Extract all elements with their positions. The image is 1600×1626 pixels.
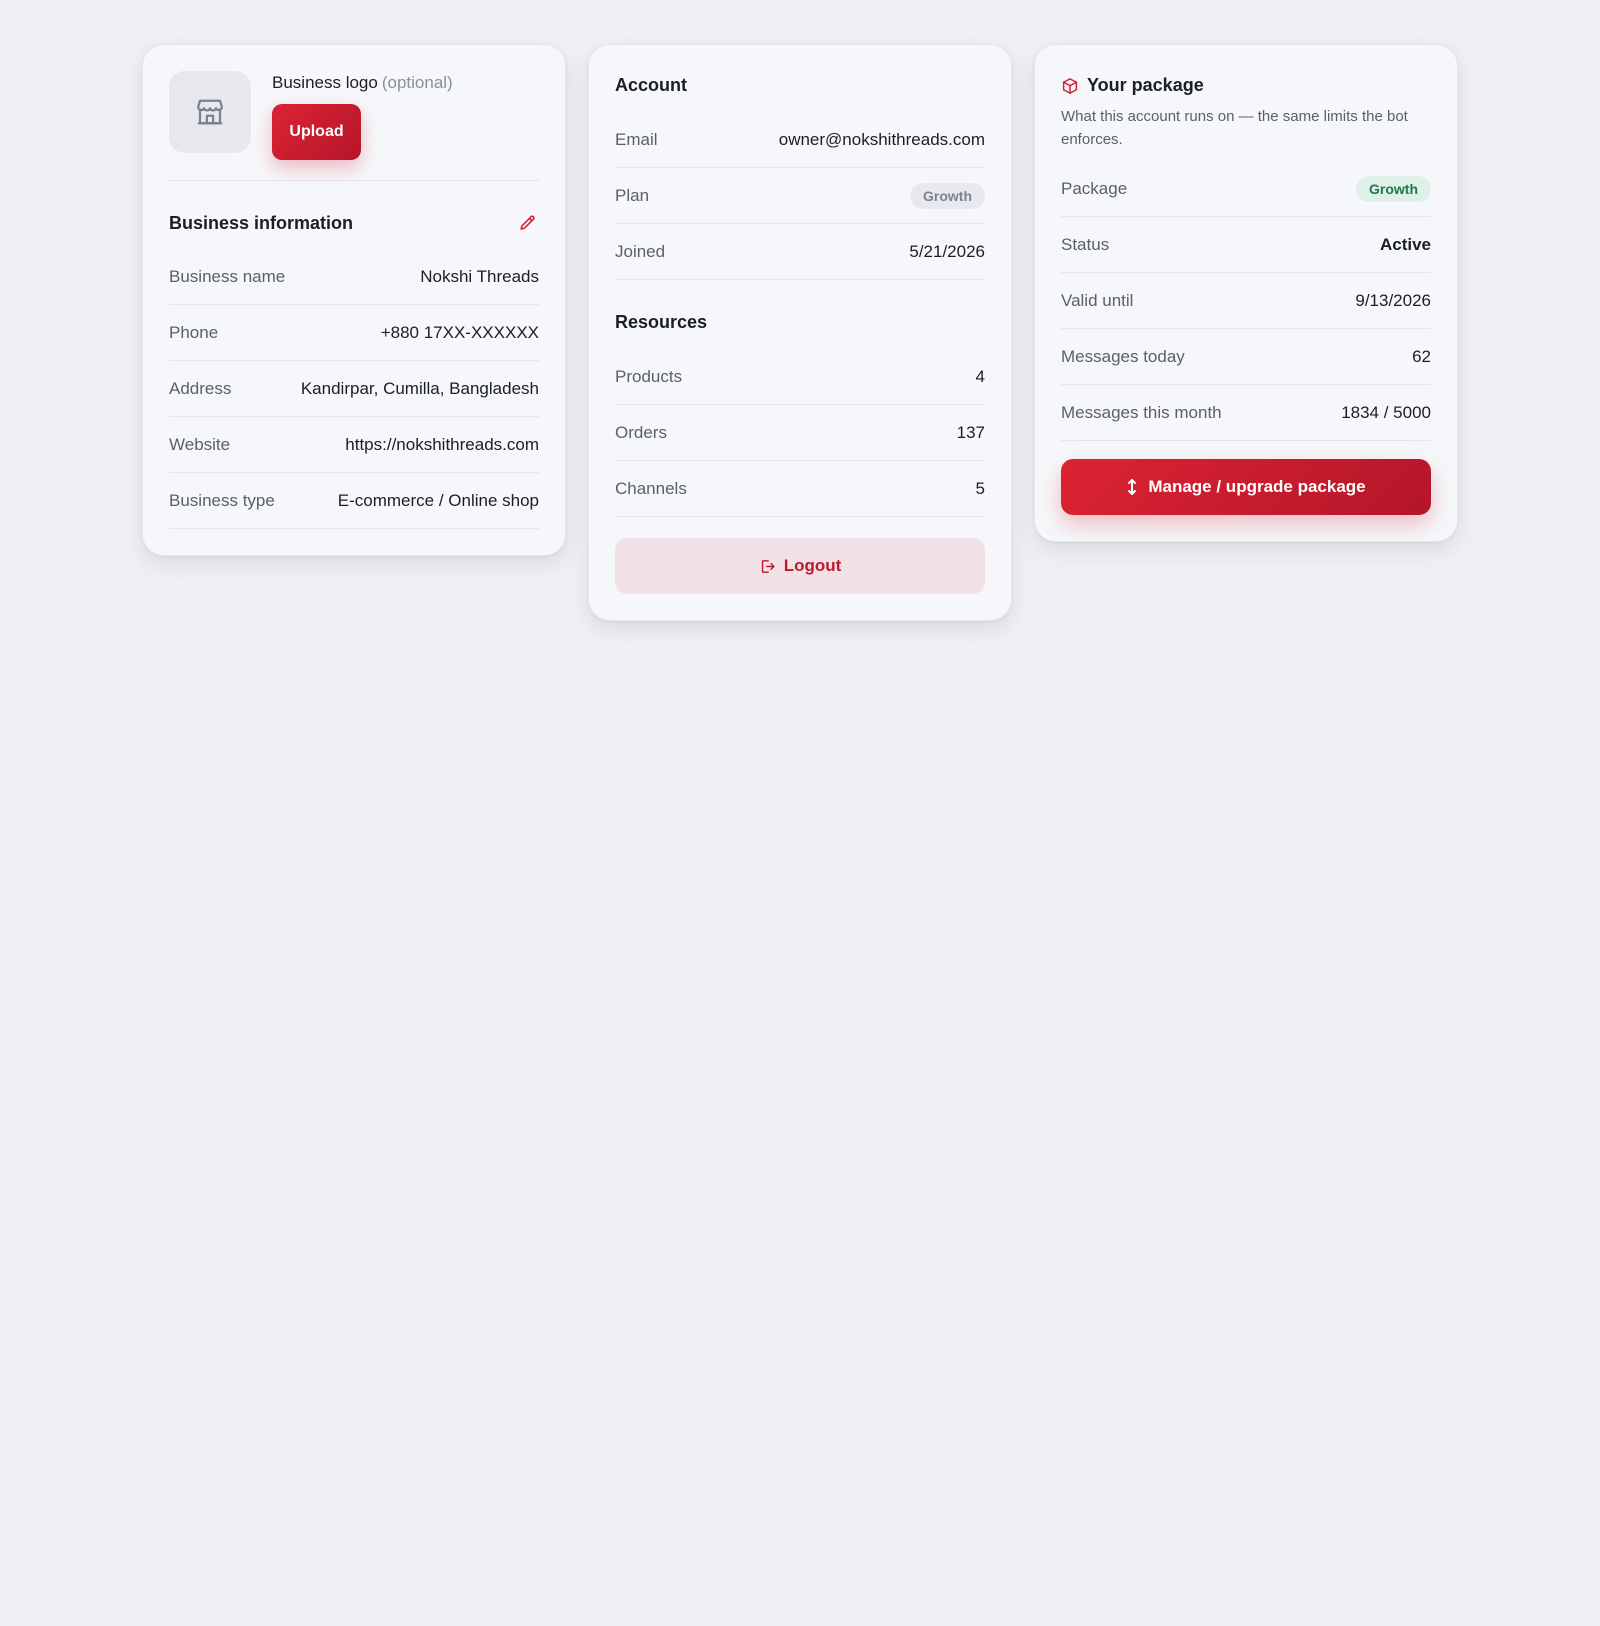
row-label: Channels bbox=[615, 478, 687, 498]
orders-row: Orders 137 bbox=[615, 405, 985, 461]
account-title: Account bbox=[615, 75, 687, 95]
row-label: Messages this month bbox=[1061, 402, 1222, 422]
joined-row: Joined 5/21/2026 bbox=[615, 224, 985, 280]
row-value: 137 bbox=[956, 422, 985, 442]
package-row: Package Growth bbox=[1061, 161, 1431, 217]
website-row: Website https://nokshithreads.com bbox=[169, 417, 539, 473]
messages-today-value: 62 bbox=[1412, 346, 1431, 366]
store-icon bbox=[197, 99, 223, 125]
row-value: Nokshi Threads bbox=[420, 266, 539, 286]
valid-until-value: 9/13/2026 bbox=[1355, 290, 1431, 310]
email-value: owner@nokshithreads.com bbox=[778, 129, 985, 149]
row-label: Package bbox=[1061, 178, 1128, 198]
row-label: Products bbox=[615, 366, 683, 386]
account-header: Account bbox=[615, 75, 985, 96]
account-card: Account Email owner@nokshithreads.com Pl… bbox=[588, 44, 1012, 621]
business-card: Business logo (optional) Upload Business … bbox=[142, 44, 566, 556]
phone-row: Phone +880 17XX-XXXXXX bbox=[169, 305, 539, 361]
plan-row: Plan Growth bbox=[615, 168, 985, 224]
joined-value: 5/21/2026 bbox=[909, 241, 985, 261]
row-value: 4 bbox=[975, 366, 985, 386]
package-card: Your package What this account runs on —… bbox=[1034, 44, 1458, 542]
row-label: Phone bbox=[169, 322, 219, 342]
messages-today-row: Messages today 62 bbox=[1061, 329, 1431, 385]
logout-button[interactable]: Logout bbox=[615, 538, 985, 594]
row-label: Plan bbox=[615, 185, 650, 205]
plan-badge: Growth bbox=[910, 182, 985, 209]
package-icon bbox=[1062, 77, 1078, 94]
row-label: Address bbox=[169, 378, 232, 398]
business-name-row: Business name Nokshi Threads bbox=[169, 249, 539, 305]
row-label: Valid until bbox=[1061, 290, 1134, 310]
row-label: Business name bbox=[169, 266, 286, 286]
logo-optional-note: (optional) bbox=[381, 73, 453, 92]
cards-container: Business logo (optional) Upload Business … bbox=[142, 44, 1458, 621]
row-value: +880 17XX-XXXXXX bbox=[380, 322, 539, 342]
business-info-title: Business information bbox=[169, 212, 354, 233]
valid-until-row: Valid until 9/13/2026 bbox=[1061, 273, 1431, 329]
row-label: Website bbox=[169, 434, 231, 454]
messages-month-value: 1834 / 5000 bbox=[1341, 402, 1431, 422]
address-row: Address Kandirpar, Cumilla, Bangladesh bbox=[169, 361, 539, 417]
resources-header: Resources bbox=[615, 312, 985, 333]
row-value: E-commerce / Online shop bbox=[337, 490, 539, 510]
messages-month-row: Messages this month 1834 / 5000 bbox=[1061, 385, 1431, 441]
row-label: Orders bbox=[615, 422, 667, 442]
logo-label: Business logo bbox=[272, 73, 378, 92]
row-label: Messages today bbox=[1061, 346, 1185, 366]
logo-placeholder bbox=[169, 71, 251, 153]
row-value: https://nokshithreads.com bbox=[345, 434, 539, 454]
business-type-row: Business type E-commerce / Online shop bbox=[169, 473, 539, 529]
status-row: Status Active bbox=[1061, 217, 1431, 273]
products-row: Products 4 bbox=[615, 349, 985, 405]
edit-business-button[interactable] bbox=[515, 211, 539, 235]
logout-icon bbox=[761, 559, 775, 573]
logo-section: Business logo (optional) Upload bbox=[169, 71, 539, 181]
row-label: Business type bbox=[169, 490, 275, 510]
channels-row: Channels 5 bbox=[615, 461, 985, 517]
package-title: Your package bbox=[1087, 75, 1204, 95]
up-down-arrow-icon bbox=[1128, 479, 1137, 495]
package-header: Your package bbox=[1061, 75, 1431, 96]
pencil-icon bbox=[519, 215, 535, 230]
manage-package-label: Manage / upgrade package bbox=[1148, 477, 1366, 496]
package-description: What this account runs on — the same lim… bbox=[1061, 108, 1408, 148]
email-row: Email owner@nokshithreads.com bbox=[615, 112, 985, 168]
business-info-header: Business information bbox=[169, 211, 539, 235]
manage-package-button[interactable]: Manage / upgrade package bbox=[1061, 459, 1431, 515]
upload-button[interactable]: Upload bbox=[272, 104, 361, 160]
row-value: Kandirpar, Cumilla, Bangladesh bbox=[300, 378, 539, 398]
logo-info: Business logo (optional) Upload bbox=[272, 71, 453, 160]
status-value: Active bbox=[1379, 234, 1431, 254]
row-label: Joined bbox=[615, 241, 666, 261]
row-label: Status bbox=[1061, 234, 1110, 254]
package-badge: Growth bbox=[1356, 175, 1431, 202]
resources-title: Resources bbox=[615, 312, 708, 332]
row-value: 5 bbox=[975, 478, 985, 498]
row-label: Email bbox=[615, 129, 658, 149]
logout-label: Logout bbox=[783, 556, 842, 575]
